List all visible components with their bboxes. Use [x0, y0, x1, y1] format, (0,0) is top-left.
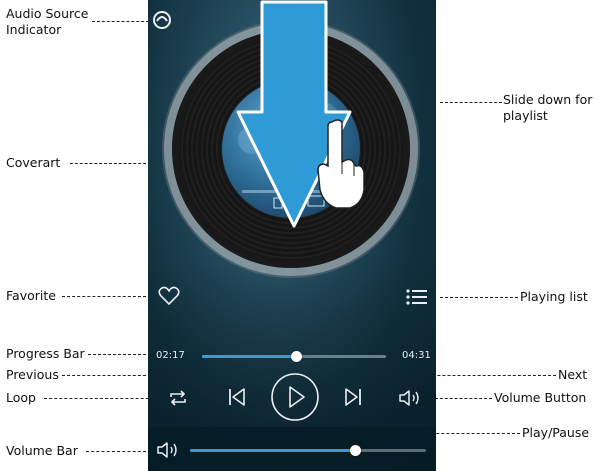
annotation-progress-bar: Progress Bar	[6, 346, 85, 361]
player-screen: 02:17 04:31	[148, 0, 436, 471]
leader-audio-source	[92, 21, 154, 22]
leader-coverart	[70, 163, 146, 164]
volume-bar[interactable]	[190, 445, 426, 456]
leader-favorite	[62, 296, 146, 297]
elapsed-time: 02:17	[156, 350, 185, 361]
annotation-coverart: Coverart	[6, 155, 61, 170]
progress-fill	[202, 355, 296, 358]
leader-loop	[44, 398, 164, 399]
annotation-volume-button: Volume Button	[494, 390, 587, 405]
progress-bar[interactable]	[202, 351, 386, 362]
leader-volume-bar	[86, 451, 146, 452]
hand-pointer-icon	[317, 119, 365, 209]
volume-knob[interactable]	[350, 445, 362, 456]
annotation-slide-down: Slide down for playlist	[503, 92, 593, 123]
annotation-next: Next	[558, 367, 588, 382]
annotation-volume-bar: Volume Bar	[6, 443, 78, 458]
leader-slide-down	[440, 102, 502, 103]
speaker-icon[interactable]	[156, 441, 182, 459]
total-time: 04:31	[402, 350, 431, 361]
skip-back-icon[interactable]	[228, 387, 246, 407]
leader-playing-list	[440, 297, 518, 298]
skip-forward-icon[interactable]	[344, 387, 362, 407]
list-icon[interactable]	[406, 289, 428, 305]
leader-progress-bar	[88, 354, 146, 355]
progress-knob[interactable]	[290, 351, 302, 362]
annotation-playing-list: Playing list	[520, 289, 588, 304]
volume-bar-panel	[148, 427, 436, 471]
annotation-previous: Previous	[6, 367, 59, 382]
annotation-loop: Loop	[6, 390, 36, 405]
play-icon	[289, 386, 305, 408]
heart-icon[interactable]	[158, 286, 180, 306]
play-button[interactable]	[270, 372, 320, 422]
volume-fill	[190, 449, 356, 452]
speaker-icon[interactable]	[398, 389, 424, 407]
annotation-audio-source: Audio Source Indicator	[6, 6, 89, 37]
headphones-icon[interactable]	[152, 10, 172, 30]
leader-volume-button	[430, 398, 492, 399]
annotation-play-pause: Play/Pause	[522, 425, 590, 440]
annotation-favorite: Favorite	[6, 288, 56, 303]
repeat-icon[interactable]	[168, 389, 188, 407]
